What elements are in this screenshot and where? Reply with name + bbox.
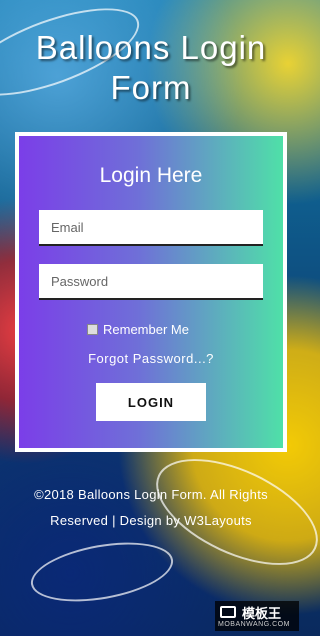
login-heading: Login Here xyxy=(99,164,203,187)
watermark-subtext: MOBANWANG.COM xyxy=(218,621,290,628)
login-card-frame: Login Here Remember Me Forgot Password..… xyxy=(15,132,287,452)
footer-line-2: Reserved | Design by W3Layouts xyxy=(50,513,252,528)
page-title: Balloons Login Form xyxy=(35,29,267,106)
password-field[interactable] xyxy=(39,264,263,300)
footer-line-1: ©2018 Balloons Login Form. All Rights xyxy=(34,487,268,502)
remember-me[interactable]: Remember Me xyxy=(87,322,189,337)
watermark-logo-icon xyxy=(220,606,236,618)
email-field[interactable] xyxy=(39,210,263,246)
remember-label: Remember Me xyxy=(103,322,189,337)
background-streamer xyxy=(26,532,178,612)
remember-checkbox[interactable] xyxy=(87,324,98,335)
watermark-text: 模板王 xyxy=(242,606,282,621)
footer: ©2018 Balloons Login Form. All Rights Re… xyxy=(0,482,302,534)
login-button[interactable]: LOGIN xyxy=(96,383,206,421)
forgot-password-link[interactable]: Forgot Password...? xyxy=(19,351,283,366)
login-card: Login Here Remember Me Forgot Password..… xyxy=(19,136,283,448)
watermark: 模板王 MOBANWANG.COM xyxy=(215,601,299,631)
